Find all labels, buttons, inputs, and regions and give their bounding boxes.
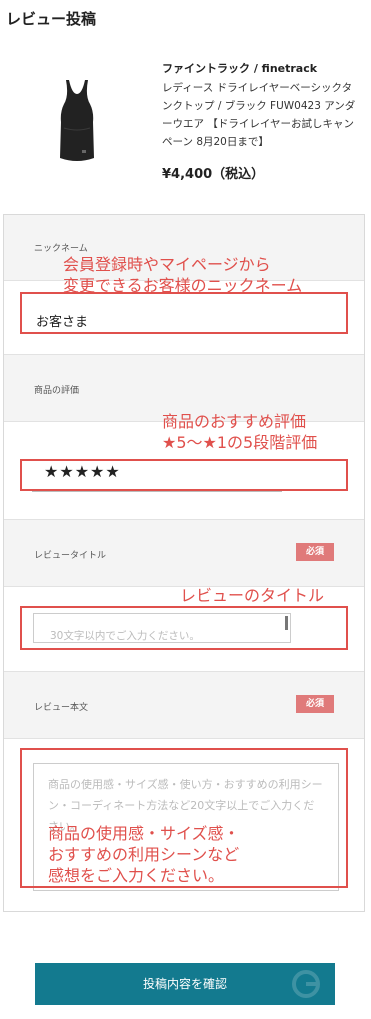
product-info: ファイントラック / finetrack レディース ドライレイヤーベーシックタ… — [162, 60, 362, 182]
g-logo-icon — [292, 970, 320, 998]
nickname-annotation-box — [20, 292, 348, 334]
title-annotation: レビューのタイトル — [180, 586, 325, 605]
product-price: ¥4,400（税込） — [162, 167, 265, 182]
page-title: レビュー投稿 — [6, 10, 97, 28]
product-image — [60, 80, 94, 161]
title-label: レビュータイトル — [34, 551, 107, 561]
rating-annotation-line1: 商品のおすすめ評価 — [162, 412, 307, 431]
product-name[interactable]: レディース ドライレイヤーベーシックタンクトップ / ブラック FUW0423 … — [162, 79, 362, 151]
required-badge: 必須 — [296, 695, 334, 713]
body-label: レビュー本文 — [34, 703, 89, 713]
product-brand[interactable]: ファイントラック / finetrack — [162, 60, 362, 76]
title-annotation-box — [20, 606, 348, 650]
confirm-submit-label: 投稿内容を確認 — [142, 977, 227, 991]
rating-label: 商品の評価 — [34, 386, 80, 396]
body-label-row: レビュー本文 必須 — [4, 671, 364, 739]
nickname-label: ニックネーム — [34, 244, 88, 254]
rating-annotation-line2: ★5〜★1の5段階評価 — [162, 433, 318, 452]
rating-annotation-box — [20, 459, 348, 491]
required-badge: 必須 — [296, 543, 334, 561]
body-annotation-line1: 商品の使用感・サイズ感・ — [48, 824, 240, 843]
confirm-submit-button[interactable]: 投稿内容を確認 — [35, 963, 335, 1005]
body-annotation-line3: 感想をご入力ください。 — [48, 866, 225, 885]
nickname-annotation-line1: 会員登録時やマイページから — [63, 255, 271, 274]
title-label-row: レビュータイトル 必須 — [4, 519, 364, 587]
body-annotation-line2: おすすめの利用シーンなど — [48, 845, 240, 864]
